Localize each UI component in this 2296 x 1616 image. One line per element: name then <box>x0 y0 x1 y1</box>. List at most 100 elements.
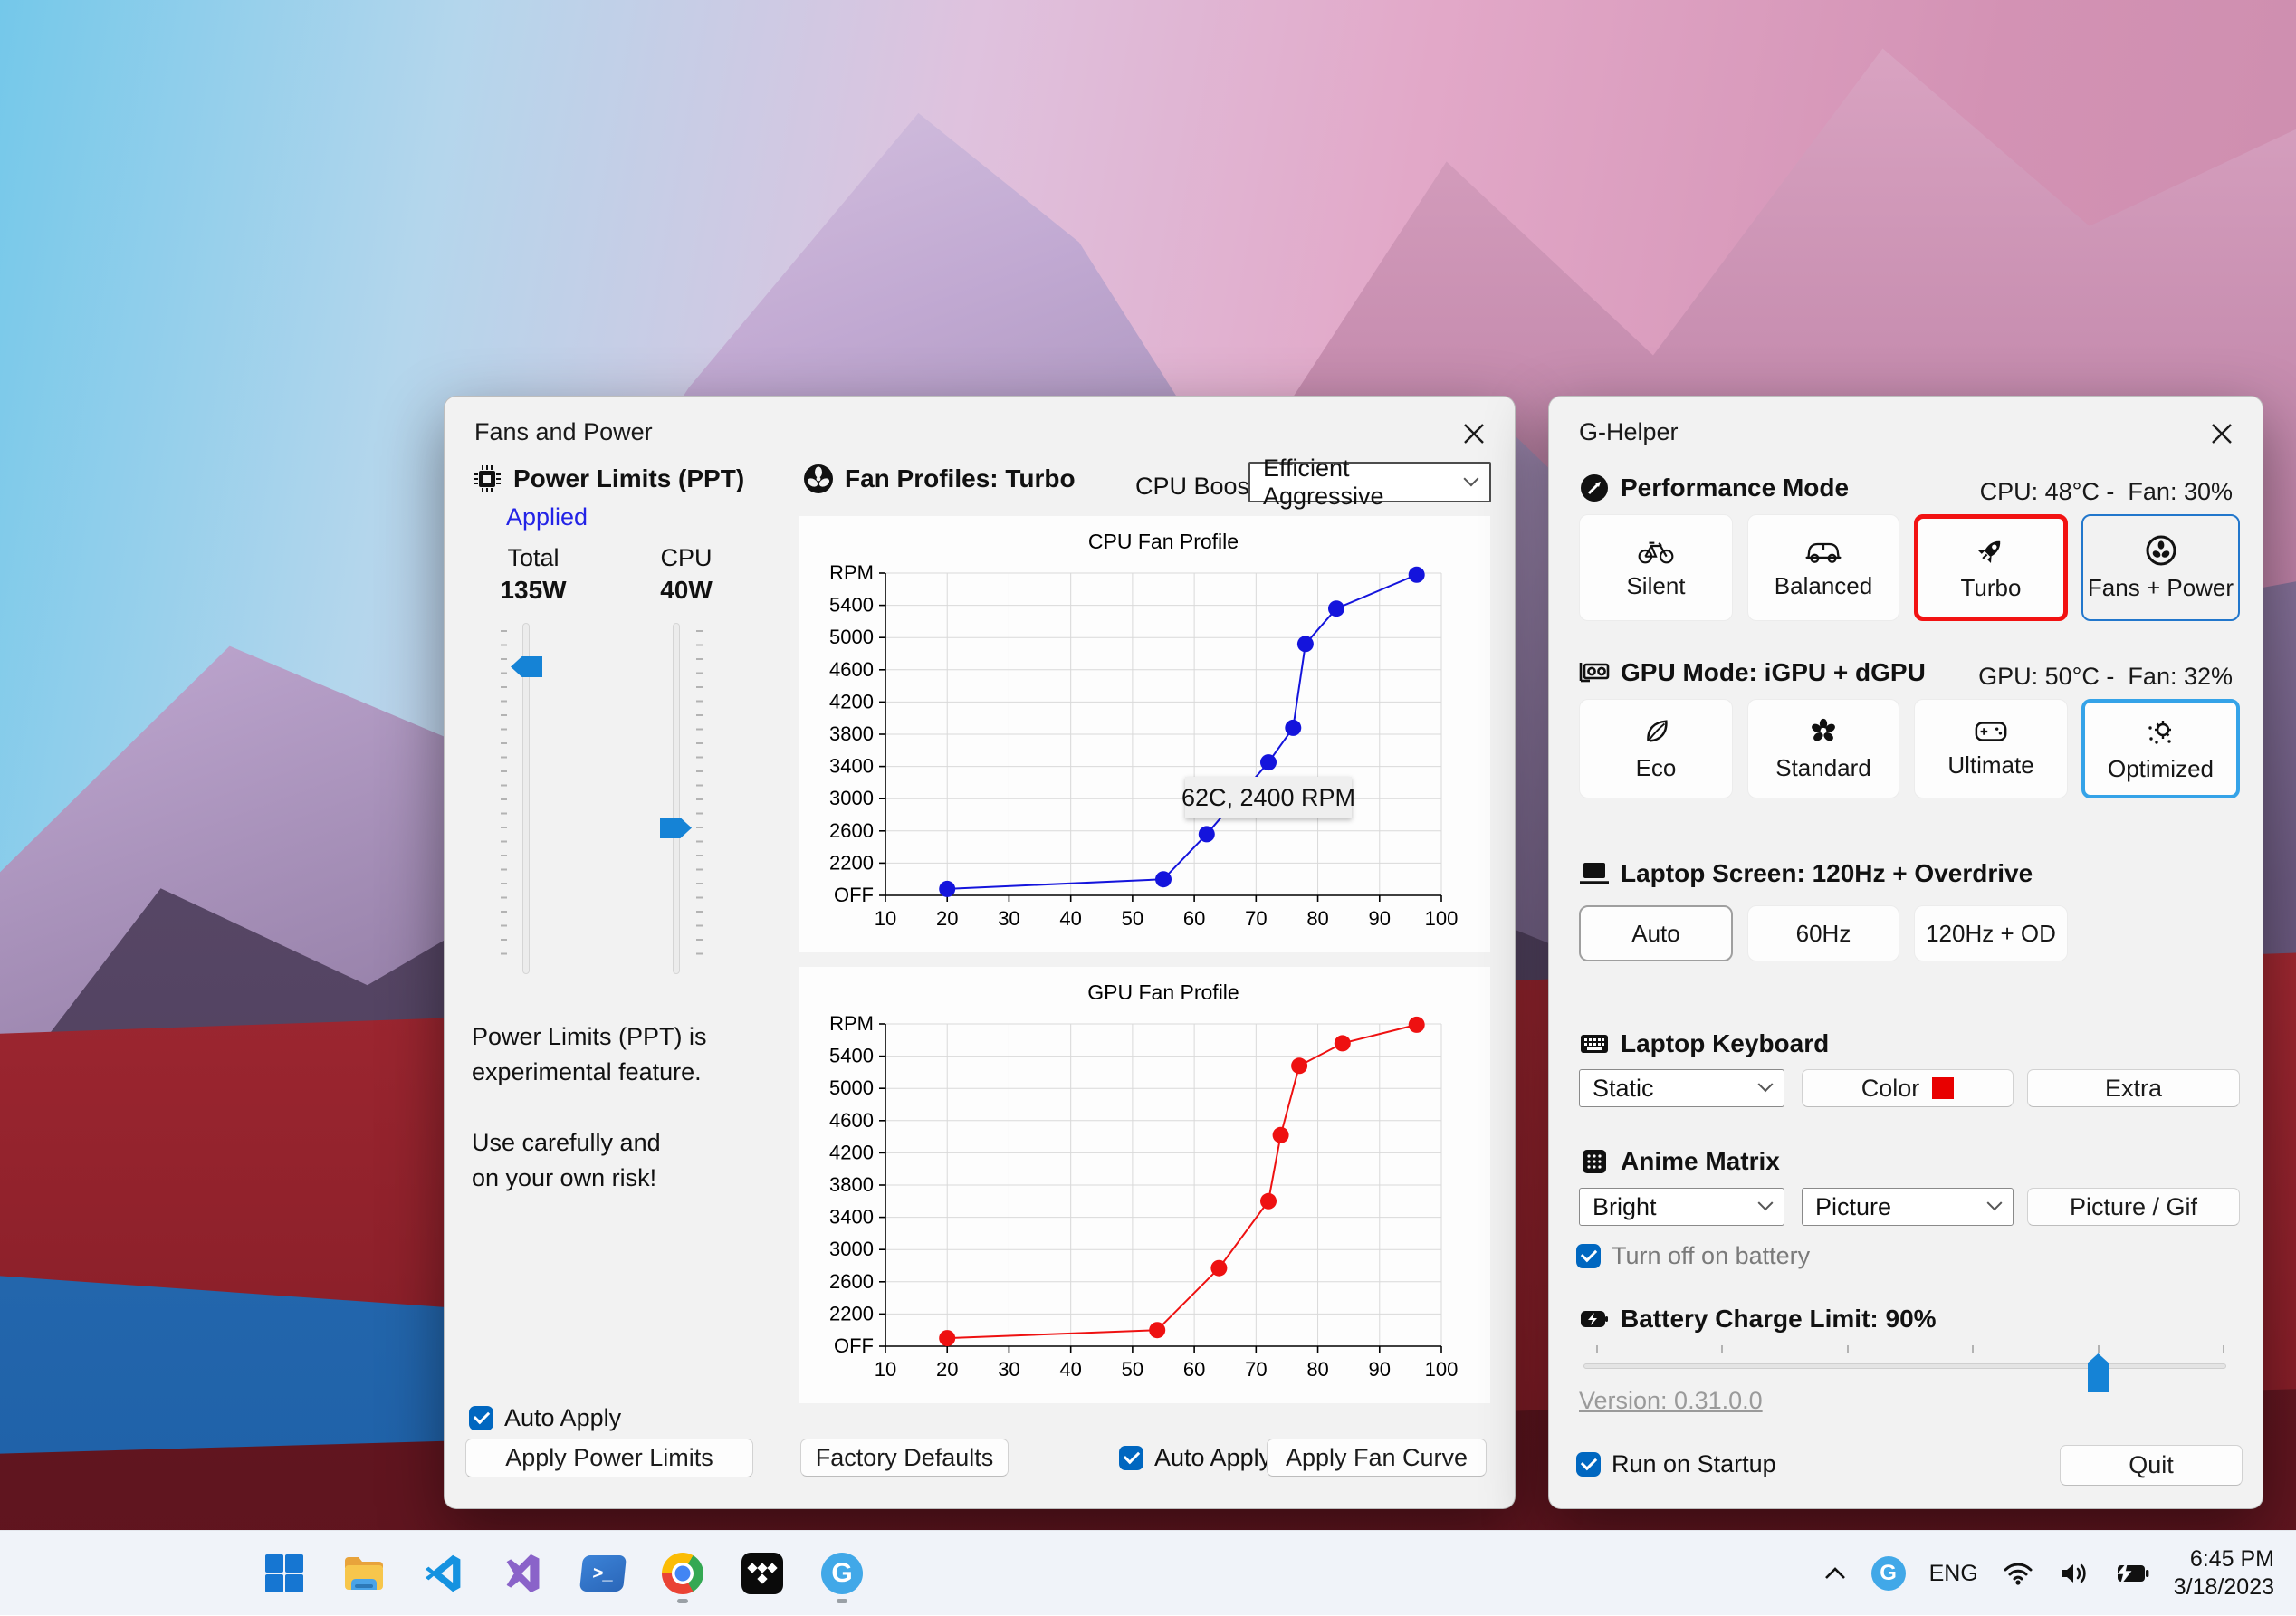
apply-power-limits-button[interactable]: Apply Power Limits <box>465 1439 753 1477</box>
visual-studio-icon <box>502 1553 544 1594</box>
chrome-button[interactable] <box>658 1542 707 1605</box>
battery-bolt-icon <box>1579 1304 1610 1334</box>
clock[interactable]: 6:45 PM 3/18/2023 <box>2174 1545 2274 1602</box>
chevron-up-icon[interactable] <box>1822 1565 1848 1582</box>
svg-text:4600: 4600 <box>829 658 874 681</box>
performance-mode-title: Performance Mode <box>1621 473 1849 502</box>
keyboard-color-label: Color <box>1861 1075 1920 1103</box>
svg-text:10: 10 <box>875 1358 896 1381</box>
anime-mode-dropdown[interactable]: Picture <box>1802 1188 2014 1226</box>
tidal-button[interactable] <box>738 1542 787 1605</box>
laptop-screen-header: Laptop Screen: 120Hz + Overdrive <box>1579 858 2033 889</box>
fan-icon <box>803 464 834 494</box>
color-swatch <box>1932 1077 1954 1099</box>
svg-text:3800: 3800 <box>829 722 874 745</box>
screen-60hz-button[interactable]: 60Hz <box>1747 905 1899 961</box>
g-helper-tray-icon[interactable]: G <box>1871 1556 1906 1591</box>
mode-silent-button[interactable]: Silent <box>1579 514 1733 621</box>
chrome-icon <box>662 1553 703 1594</box>
svg-text:90: 90 <box>1369 907 1391 930</box>
screen-auto-button[interactable]: Auto <box>1579 905 1733 961</box>
version-link[interactable]: Version: 0.31.0.0 <box>1579 1387 1763 1415</box>
close-icon[interactable] <box>2208 420 2235 447</box>
gpu-optimized-button[interactable]: Optimized <box>2081 699 2240 798</box>
cpu-boost-dropdown[interactable]: Efficient Aggressive <box>1248 462 1491 502</box>
language-indicator[interactable]: ENG <box>1929 1561 1978 1587</box>
tray-time: 6:45 PM <box>2174 1545 2274 1573</box>
turn-off-on-battery-checkbox[interactable]: Turn off on battery <box>1576 1242 1810 1270</box>
svg-text:70: 70 <box>1245 907 1267 930</box>
gpu-ultimate-button[interactable]: Ultimate <box>1914 699 2068 798</box>
anime-matrix-header: Anime Matrix <box>1579 1146 1780 1177</box>
g-helper-icon: G <box>821 1553 863 1594</box>
screen-120hz-od-button[interactable]: 120Hz + OD <box>1914 905 2068 961</box>
taskbar-icons: >_ G <box>260 1531 866 1616</box>
total-slider-thumb[interactable] <box>511 656 542 677</box>
system-tray: G ENG 6:45 PM 3/18/2023 <box>1822 1531 2274 1616</box>
cpu-slider-ticks <box>696 630 703 967</box>
keyboard-mode-dropdown[interactable]: Static <box>1579 1069 1784 1107</box>
quit-button[interactable]: Quit <box>2060 1445 2243 1486</box>
mode-silent-label: Silent <box>1626 572 1685 600</box>
svg-text:70: 70 <box>1245 1358 1267 1381</box>
battery-icon[interactable] <box>2114 1562 2150 1585</box>
anime-brightness-dropdown[interactable]: Bright <box>1579 1188 1784 1226</box>
vscode-button[interactable] <box>419 1542 468 1605</box>
gpu-standard-button[interactable]: Standard <box>1747 699 1899 798</box>
cpu-slider-thumb[interactable] <box>660 818 692 838</box>
screen-120hz-od-label: 120Hz + OD <box>1926 920 2056 948</box>
keyboard-color-button[interactable]: Color <box>1802 1069 2014 1107</box>
chevron-down-icon <box>1987 1195 2003 1210</box>
auto-apply-fan-checkbox[interactable]: Auto Apply <box>1119 1444 1271 1472</box>
cpu-fan-profile-chart[interactable]: 102030405060708090100OFF2200260030003400… <box>799 516 1490 952</box>
battery-slider-ticks <box>1596 1345 2224 1353</box>
cpu-slider-track[interactable] <box>673 623 680 974</box>
mode-turbo-button[interactable]: Turbo <box>1914 514 2068 621</box>
gpu-eco-button[interactable]: Eco <box>1579 699 1733 798</box>
checkbox-checked-icon <box>469 1406 493 1430</box>
gpu-temp-fan-status: GPU: 50°C - Fan: 32% <box>1978 663 2233 691</box>
fan-icon <box>2145 534 2177 567</box>
gpu-fan-profile-chart[interactable]: 102030405060708090100OFF2200260030003400… <box>799 967 1490 1403</box>
gpu-mode-header: GPU Mode: iGPU + dGPU <box>1579 657 1926 688</box>
running-indicator <box>677 1599 688 1603</box>
svg-text:3000: 3000 <box>829 1238 874 1260</box>
svg-text:60: 60 <box>1183 1358 1205 1381</box>
anime-picture-gif-button[interactable]: Picture / Gif <box>2027 1188 2240 1226</box>
auto-apply-power-checkbox[interactable]: Auto Apply <box>469 1404 621 1432</box>
svg-text:20: 20 <box>936 907 958 930</box>
battery-slider-track[interactable] <box>1583 1363 2226 1369</box>
powershell-button[interactable]: >_ <box>579 1542 627 1605</box>
mode-balanced-button[interactable]: Balanced <box>1747 514 1899 621</box>
checkbox-checked-icon <box>1576 1452 1601 1477</box>
mode-turbo-label: Turbo <box>1961 574 2022 602</box>
svg-text:5000: 5000 <box>829 626 874 648</box>
visual-studio-button[interactable] <box>499 1542 548 1605</box>
battery-slider-thumb[interactable] <box>2088 1353 2109 1392</box>
svg-text:5400: 5400 <box>829 1045 874 1067</box>
g-helper-taskbar-button[interactable]: G <box>818 1542 866 1605</box>
apply-fan-curve-button[interactable]: Apply Fan Curve <box>1267 1439 1487 1477</box>
gpu-card-icon <box>1579 657 1610 688</box>
svg-text:50: 50 <box>1122 1358 1143 1381</box>
battery-charge-header: Battery Charge Limit: 90% <box>1579 1304 1937 1334</box>
leaf-icon <box>1641 716 1671 747</box>
anime-matrix-title: Anime Matrix <box>1621 1147 1780 1176</box>
volume-icon[interactable] <box>2058 1560 2090 1587</box>
fans-and-power-window: Fans and Power Power Limits (PPT) Applie… <box>444 396 1516 1509</box>
mode-fans-power-button[interactable]: Fans + Power <box>2081 514 2240 621</box>
auto-apply-power-label: Auto Apply <box>504 1404 621 1432</box>
window-title: G-Helper <box>1579 418 1679 446</box>
wifi-icon[interactable] <box>2002 1561 2034 1586</box>
start-button[interactable] <box>260 1542 309 1605</box>
power-limits-warning-2: Use carefully and on your own risk! <box>472 1125 661 1196</box>
keyboard-extra-button[interactable]: Extra <box>2027 1069 2240 1107</box>
factory-defaults-button[interactable]: Factory Defaults <box>800 1439 1009 1477</box>
run-on-startup-checkbox[interactable]: Run on Startup <box>1576 1450 1776 1478</box>
svg-text:50: 50 <box>1122 907 1143 930</box>
svg-text:GPU Fan Profile: GPU Fan Profile <box>1087 980 1239 1004</box>
file-explorer-button[interactable] <box>340 1542 388 1605</box>
close-icon[interactable] <box>1460 420 1488 447</box>
tidal-icon <box>741 1553 783 1594</box>
chevron-down-icon <box>1758 1195 1774 1210</box>
